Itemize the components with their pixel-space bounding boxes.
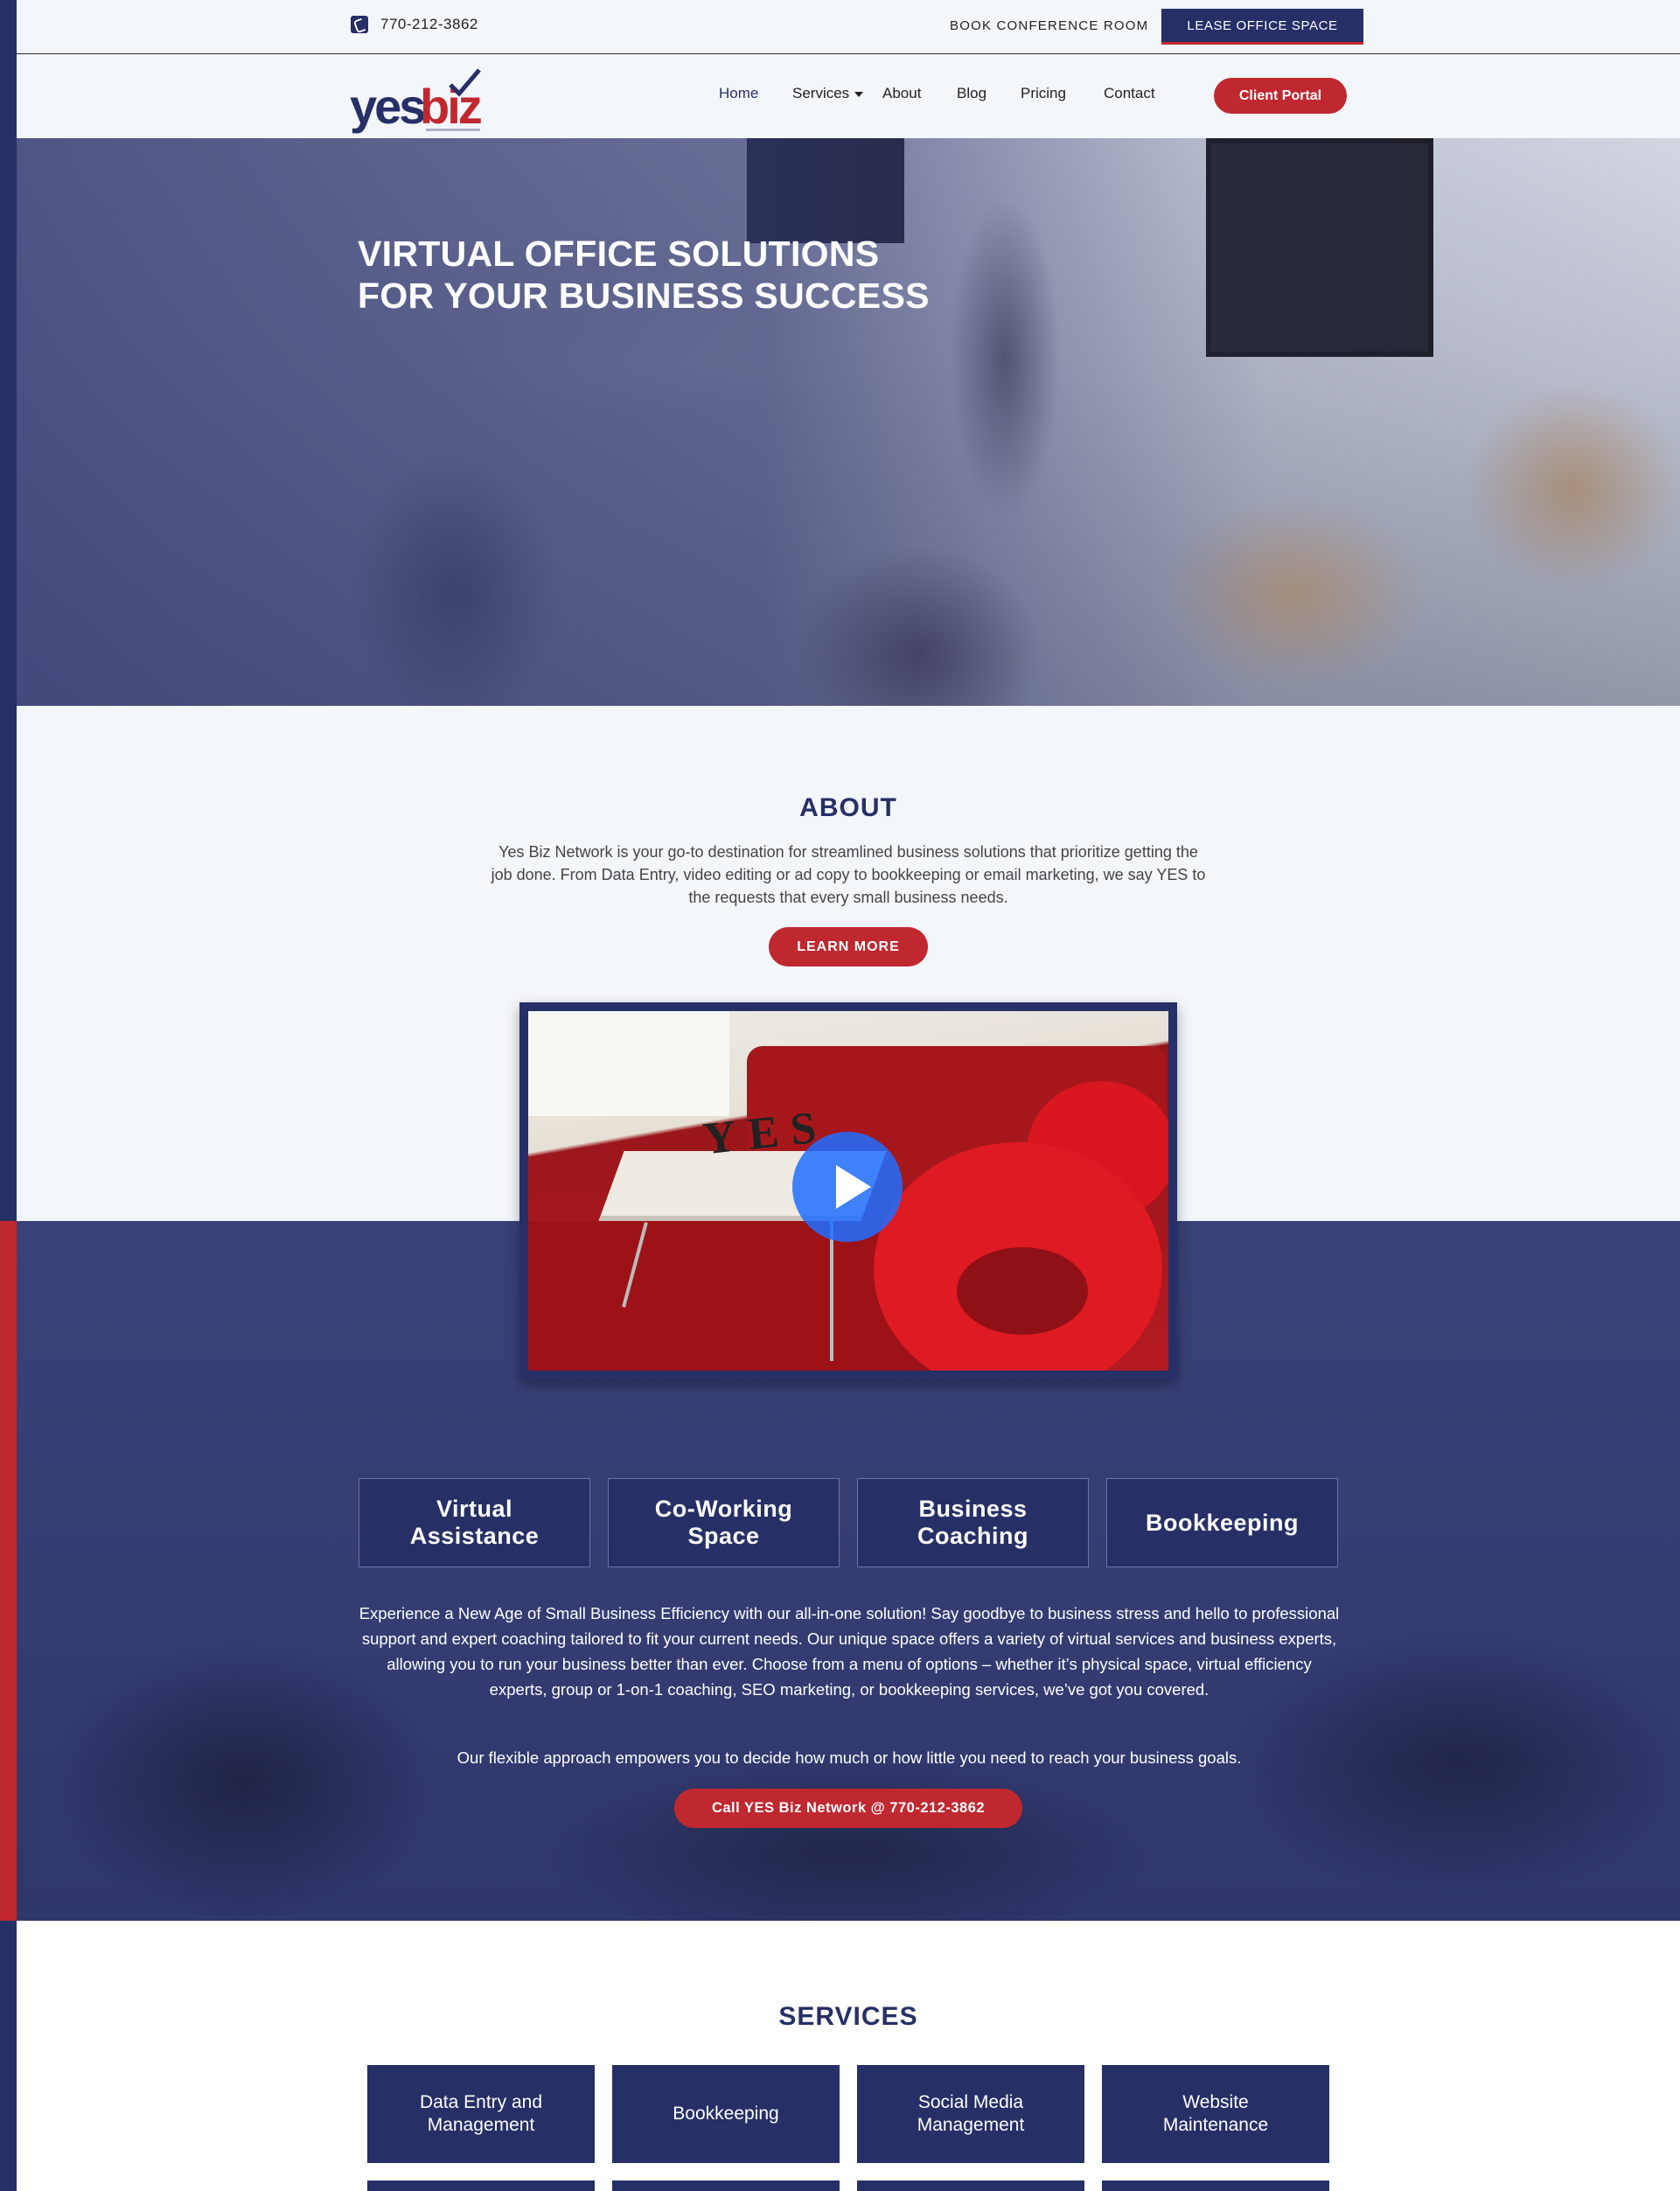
phone-number[interactable]: 770-212-3862 [380, 16, 478, 33]
nav-item-blog[interactable]: Blog [957, 85, 986, 102]
logo-underline [426, 129, 480, 131]
service-label-line1: Data Entry and [419, 2092, 543, 2112]
client-portal-button[interactable]: Client Portal [1214, 78, 1347, 114]
lease-office-space-button[interactable]: LEASE OFFICE SPACE [1161, 9, 1363, 45]
service-label-line2: Maintenance [1162, 2115, 1269, 2135]
about-heading: ABOUT [799, 793, 897, 822]
offering-tabs: Virtual Assistance Co-Working Space Busine… [359, 1478, 1338, 1567]
phone-icon [351, 16, 368, 33]
tab-business-coaching[interactable]: Business Coaching [857, 1478, 1089, 1567]
yesbiz-logo[interactable]: yes biz [350, 64, 490, 134]
services-section: SERVICES Data Entry and Management Bookke… [17, 1921, 1680, 2191]
service-card-social-media[interactable]: Social Media Management [857, 2065, 1084, 2163]
top-utility-bar: 770-212-3862 BOOK CONFERENCE ROOM LEASE … [17, 0, 1680, 54]
phone-contact[interactable]: 770-212-3862 [351, 16, 478, 33]
logo-text-yes: yes [350, 79, 426, 134]
service-card[interactable] [857, 2181, 1084, 2191]
offerings-flexible-note: Our flexible approach empowers you to de… [457, 1748, 1242, 1767]
service-label-line2: Management [427, 2115, 535, 2135]
tab-label-line2: Coaching [917, 1523, 1028, 1549]
services-heading: SERVICES [778, 2002, 918, 2031]
tab-bookkeeping[interactable]: Bookkeeping [1106, 1478, 1338, 1567]
nav-item-contact[interactable]: Contact [1104, 85, 1155, 102]
hero-title-line1: VIRTUAL OFFICE SOLUTIONS [358, 234, 880, 274]
service-card[interactable] [367, 2181, 595, 2191]
play-icon[interactable] [792, 1132, 903, 1242]
book-conference-room-link[interactable]: BOOK CONFERENCE ROOM [950, 18, 1148, 33]
about-description: Yes Biz Network is your go-to destinatio… [491, 843, 1206, 906]
thumbnail-window [528, 1011, 729, 1116]
service-card-data-entry[interactable]: Data Entry and Management [367, 2065, 595, 2163]
checkmark-icon [449, 68, 481, 97]
left-accent-strip-red [0, 1221, 17, 1921]
call-yesbiz-button[interactable]: Call YES Biz Network @ 770-212-3862 [674, 1789, 1022, 1828]
tab-label-line1: Business [918, 1496, 1028, 1522]
service-label-line1: Social Media [917, 2092, 1024, 2112]
tab-virtual-assistance[interactable]: Virtual Assistance [359, 1478, 590, 1567]
tab-label-line1: Virtual [436, 1496, 513, 1522]
learn-more-button[interactable]: LEARN MORE [769, 927, 928, 966]
hero-overlay [17, 138, 1680, 706]
hero-title-line2: FOR YOUR BUSINESS SUCCESS [358, 276, 930, 316]
nav-item-home[interactable]: Home [719, 85, 758, 102]
thumbnail-table-leg [830, 1221, 833, 1361]
left-accent-strip [0, 0, 17, 2191]
tab-co-working-space[interactable]: Co-Working Space [608, 1478, 840, 1567]
video-player[interactable]: YES [519, 1002, 1177, 1379]
thumbnail-chair-hole [957, 1247, 1088, 1335]
offerings-description: Experience a New Age of Small Business E… [359, 1604, 1340, 1699]
nav-item-pricing[interactable]: Pricing [1021, 85, 1066, 102]
tab-label-line1: Co-Working [654, 1496, 793, 1522]
service-label-line1: Bookkeeping [673, 2104, 779, 2124]
service-card-website-maintenance[interactable]: Website Maintenance [1102, 2065, 1329, 2163]
nav-item-about[interactable]: About [882, 85, 921, 102]
service-label-line2: Management [917, 2115, 1025, 2135]
service-card[interactable] [612, 2181, 840, 2191]
service-label-line1: Website [1182, 2092, 1249, 2112]
nav-item-services[interactable]: Services [792, 85, 864, 102]
chevron-down-icon [854, 91, 864, 97]
nav-item-services-label: Services [792, 85, 850, 101]
hero-banner: VIRTUAL OFFICE SOLUTIONS FOR YOUR BUSINE… [17, 138, 1680, 706]
main-navigation: yes biz Home Services About Blog Pricing… [17, 55, 1680, 138]
service-card[interactable] [1102, 2181, 1329, 2191]
video-thumbnail: YES [528, 1011, 1168, 1371]
hero-title: VIRTUAL OFFICE SOLUTIONS FOR YOUR BUSINE… [358, 233, 930, 317]
tab-label-line2: Assistance [409, 1523, 540, 1549]
tab-label-line1: Bookkeeping [1145, 1509, 1300, 1536]
tab-label-line2: Space [687, 1523, 760, 1549]
service-card-bookkeeping[interactable]: Bookkeeping [612, 2065, 840, 2163]
